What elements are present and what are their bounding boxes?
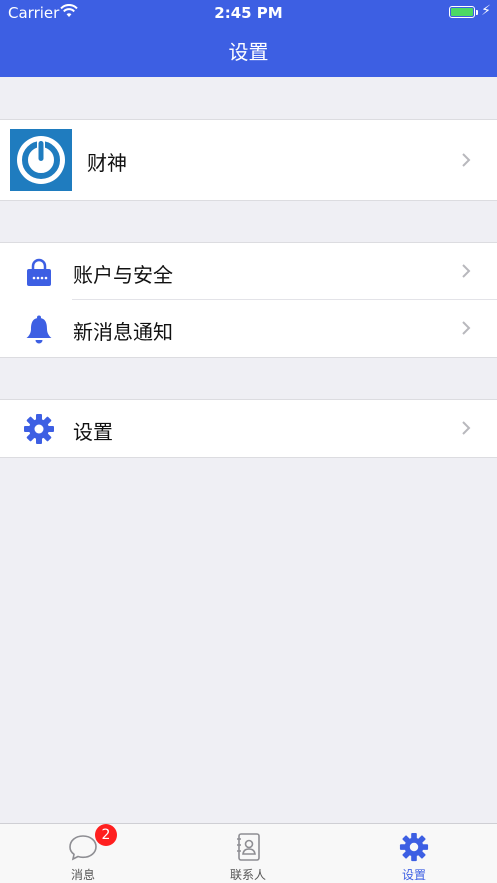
bell-icon bbox=[26, 315, 52, 344]
profile-row[interactable]: 财神 bbox=[0, 120, 497, 200]
profile-name: 财神 bbox=[87, 151, 127, 175]
account-section: 账户与安全 新消息通知 bbox=[0, 242, 497, 358]
clock: 2:45 PM bbox=[214, 4, 283, 22]
tab-contacts[interactable]: 联系人 bbox=[188, 824, 308, 883]
profile-section: 财神 bbox=[0, 119, 497, 201]
row-label: 新消息通知 bbox=[73, 320, 173, 344]
power-logo-icon bbox=[17, 136, 65, 184]
charging-icon: ⚡ bbox=[481, 3, 491, 19]
tab-bar: 2 消息 联系人 设置 bbox=[0, 823, 497, 883]
chevron-right-icon bbox=[462, 421, 471, 435]
tab-label: 联系人 bbox=[229, 868, 266, 882]
tab-settings[interactable]: 设置 bbox=[354, 824, 474, 883]
contacts-icon bbox=[237, 833, 260, 861]
lock-icon bbox=[27, 258, 51, 286]
status-bar: Carrier 2:45 PM ⚡ bbox=[0, 0, 497, 24]
tab-label: 设置 bbox=[401, 868, 426, 882]
gear-icon bbox=[399, 832, 429, 862]
notification-row[interactable]: 新消息通知 bbox=[0, 300, 497, 357]
navigation-bar: Carrier 2:45 PM ⚡ 设置 bbox=[0, 0, 497, 77]
page-title: 设置 bbox=[228, 40, 269, 64]
chevron-right-icon bbox=[462, 153, 471, 167]
unread-badge: 2 bbox=[95, 824, 117, 846]
chevron-right-icon bbox=[462, 321, 471, 335]
account-security-row[interactable]: 账户与安全 bbox=[0, 243, 497, 300]
avatar bbox=[10, 129, 72, 191]
row-label: 账户与安全 bbox=[73, 263, 173, 287]
settings-section: 设置 bbox=[0, 399, 497, 458]
battery-icon bbox=[449, 6, 475, 18]
tab-messages[interactable]: 2 消息 bbox=[23, 824, 143, 883]
gear-icon bbox=[24, 414, 54, 444]
settings-row[interactable]: 设置 bbox=[0, 400, 497, 457]
row-label: 设置 bbox=[73, 420, 113, 444]
chevron-right-icon bbox=[462, 264, 471, 278]
tab-label: 消息 bbox=[70, 868, 95, 882]
